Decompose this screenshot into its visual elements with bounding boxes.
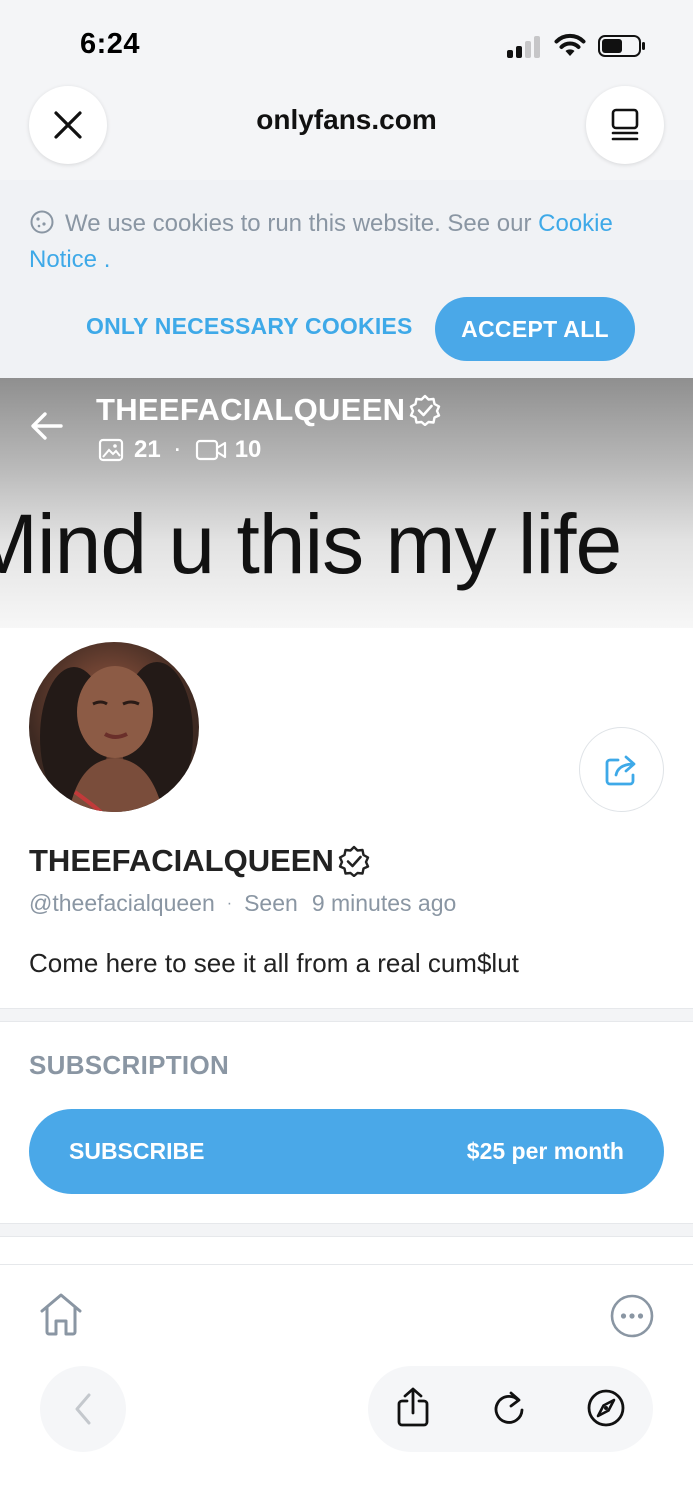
only-necessary-cookies-button[interactable]: ONLY NECESSARY COOKIES — [86, 313, 413, 340]
home-icon[interactable] — [37, 1291, 85, 1337]
meta-separator: · — [226, 894, 233, 912]
browser-address-bar: onlyfans.com — [0, 82, 693, 180]
verified-icon — [410, 394, 441, 426]
profile-cover: THEEFACIALQUEEN 21 · 10 Mind u this my l… — [0, 378, 693, 628]
section-divider — [0, 1008, 693, 1022]
browser-back-button[interactable] — [40, 1366, 126, 1452]
bottom-navigation — [0, 1264, 693, 1364]
share-icon — [605, 755, 635, 785]
verified-icon — [338, 845, 370, 877]
avatar-photo — [40, 662, 193, 812]
browser-actions — [368, 1366, 653, 1452]
subscribe-button[interactable]: SUBSCRIBE $25 per month — [29, 1109, 664, 1194]
battery-icon — [598, 35, 645, 57]
compass-icon[interactable] — [586, 1386, 626, 1428]
more-options-icon[interactable] — [609, 1293, 655, 1339]
browser-toolbar — [0, 1364, 693, 1500]
section-divider — [0, 1223, 693, 1237]
tab-overview-button[interactable] — [586, 86, 664, 164]
accept-all-button[interactable]: ACCEPT ALL — [435, 297, 635, 361]
cookie-icon — [30, 210, 54, 234]
subscribe-label: SUBSCRIBE — [69, 1138, 205, 1164]
cookie-trailing: . — [97, 246, 111, 273]
profile-meta: @theefacialqueen · Seen 9 minutes ago — [29, 890, 456, 917]
cover-banner-text: Mind u this my life — [0, 497, 622, 591]
share-page-icon[interactable] — [396, 1386, 430, 1428]
seen-label: Seen — [244, 890, 298, 916]
tab-overview-icon — [611, 108, 639, 141]
cover-name: THEEFACIALQUEEN — [96, 392, 441, 428]
cookie-banner: We use cookies to run this website. See … — [0, 180, 693, 378]
cookie-text: We use cookies to run this website. See … — [65, 210, 532, 237]
cover-name-text: THEEFACIALQUEEN — [96, 392, 406, 427]
reload-icon[interactable] — [491, 1386, 527, 1428]
video-icon — [195, 439, 226, 461]
profile-name-text: THEEFACIALQUEEN — [29, 843, 334, 878]
photos-count: 21 — [134, 436, 161, 463]
profile-handle: @theefacialqueen — [29, 890, 215, 916]
chevron-left-icon — [75, 1393, 91, 1425]
cover-media-stats: 21 · 10 — [98, 436, 261, 464]
videos-count: 10 — [234, 436, 262, 463]
wifi-icon — [554, 33, 586, 56]
seen-time: 9 minutes ago — [311, 890, 457, 916]
subscription-heading: SUBSCRIPTION — [29, 1050, 230, 1080]
photo-icon — [98, 438, 124, 462]
back-arrow-icon[interactable] — [30, 410, 64, 442]
stats-separator: · — [174, 439, 181, 460]
profile-name: THEEFACIALQUEEN — [29, 843, 370, 879]
status-bar: 6:24 — [0, 0, 693, 82]
subscribe-price: $25 per month — [466, 1138, 624, 1164]
profile-bio: Come here to see it all from a real cum$… — [29, 948, 519, 978]
avatar[interactable] — [29, 642, 199, 812]
cellular-signal-icon — [507, 34, 543, 58]
cookie-message: We use cookies to run this website. See … — [29, 206, 659, 278]
share-profile-button[interactable] — [579, 727, 664, 812]
status-time: 6:24 — [80, 28, 141, 60]
